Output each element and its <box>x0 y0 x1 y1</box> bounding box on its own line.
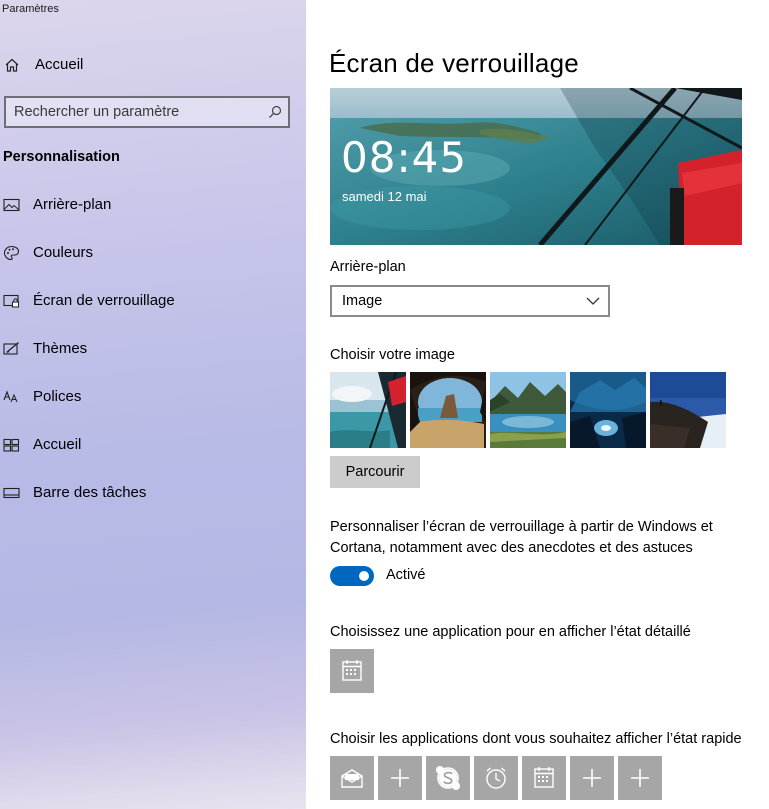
chevron-down-icon <box>586 297 600 305</box>
sidebar-item-label: Accueil <box>33 436 82 453</box>
mail-icon <box>341 769 363 788</box>
thumbnail-image[interactable] <box>650 372 726 448</box>
fun-facts-label: Personnaliser l’écran de verrouillage à … <box>330 519 713 556</box>
detailed-status-app-button[interactable] <box>330 649 374 693</box>
quick-status-app-button[interactable] <box>522 756 566 800</box>
sidebar-item-label: Arrière-plan <box>33 196 112 213</box>
toggle-knob <box>359 571 369 581</box>
alarm-icon <box>486 767 506 789</box>
quick-status-app-button[interactable] <box>474 756 518 800</box>
start-icon <box>3 438 20 452</box>
taskbar-icon <box>3 487 20 499</box>
sidebar-item-colors[interactable]: Couleurs <box>0 238 306 268</box>
thumbnail-image[interactable] <box>330 372 406 448</box>
lock-screen-preview: 08:45 samedi 12 mai <box>330 88 742 245</box>
browse-button[interactable]: Parcourir <box>330 456 420 488</box>
window-title: Paramètres <box>2 3 59 15</box>
calendar-icon <box>342 660 362 681</box>
sidebar-item-label: Écran de verrouillage <box>33 292 175 309</box>
sidebar-item-lock-screen[interactable]: Écran de verrouillage <box>0 286 306 316</box>
quick-status-add-button[interactable] <box>618 756 662 800</box>
thumbnail-image[interactable] <box>410 372 486 448</box>
plus-icon <box>631 769 649 787</box>
choose-image-label: Choisir votre image <box>330 347 455 363</box>
quick-status-add-button[interactable] <box>378 756 422 800</box>
sidebar-item-taskbar[interactable]: Barre des tâches <box>0 478 306 508</box>
fun-facts-toggle[interactable] <box>330 566 374 586</box>
background-dropdown-value: Image <box>342 293 383 309</box>
palette-icon <box>3 245 20 261</box>
fun-facts-toggle-label: Activé <box>386 567 426 583</box>
background-dropdown[interactable]: Image <box>330 285 610 317</box>
preview-clock: 08:45 <box>341 133 468 182</box>
sidebar: Paramètres Accueil Personnalisation Arri… <box>0 0 306 809</box>
page-title: Écran de verrouillage <box>329 48 579 78</box>
thumbnail-image[interactable] <box>570 372 646 448</box>
sidebar-item-fonts[interactable]: Polices <box>0 382 306 412</box>
fonts-icon <box>3 390 18 403</box>
calendar-icon <box>534 767 554 788</box>
settings-window: Paramètres Accueil Personnalisation Arri… <box>0 0 769 809</box>
quick-status-app-button[interactable] <box>426 756 470 800</box>
sidebar-item-start[interactable]: Accueil <box>0 430 306 460</box>
background-label: Arrière-plan <box>330 259 406 275</box>
section-title: Personnalisation <box>3 149 120 165</box>
detailed-status-label: Choisissez une application pour en affic… <box>330 624 691 640</box>
search-input[interactable] <box>6 98 264 126</box>
preview-date: samedi 12 mai <box>342 189 427 204</box>
sidebar-item-label: Polices <box>33 388 82 405</box>
plus-icon <box>391 769 409 787</box>
sidebar-item-home[interactable]: Accueil <box>0 50 306 80</box>
plus-icon <box>583 769 601 787</box>
sidebar-item-label: Couleurs <box>33 244 94 261</box>
sidebar-item-themes[interactable]: Thèmes <box>0 334 306 364</box>
search-box[interactable] <box>4 96 290 128</box>
skype-icon <box>436 766 460 790</box>
quick-status-add-button[interactable] <box>570 756 614 800</box>
thumbnail-image[interactable] <box>490 372 566 448</box>
quick-status-label: Choisir les applications dont vous souha… <box>330 731 742 747</box>
lock-screen-icon <box>3 294 19 308</box>
themes-icon <box>3 341 19 355</box>
search-icon[interactable] <box>268 105 282 119</box>
sidebar-home-label: Accueil <box>35 56 84 73</box>
quick-status-app-button[interactable] <box>330 756 374 800</box>
home-icon <box>5 58 19 72</box>
picture-icon <box>3 198 20 212</box>
sidebar-item-label: Barre des tâches <box>33 484 147 501</box>
sidebar-item-background[interactable]: Arrière-plan <box>0 190 306 220</box>
sidebar-item-label: Thèmes <box>33 340 88 357</box>
